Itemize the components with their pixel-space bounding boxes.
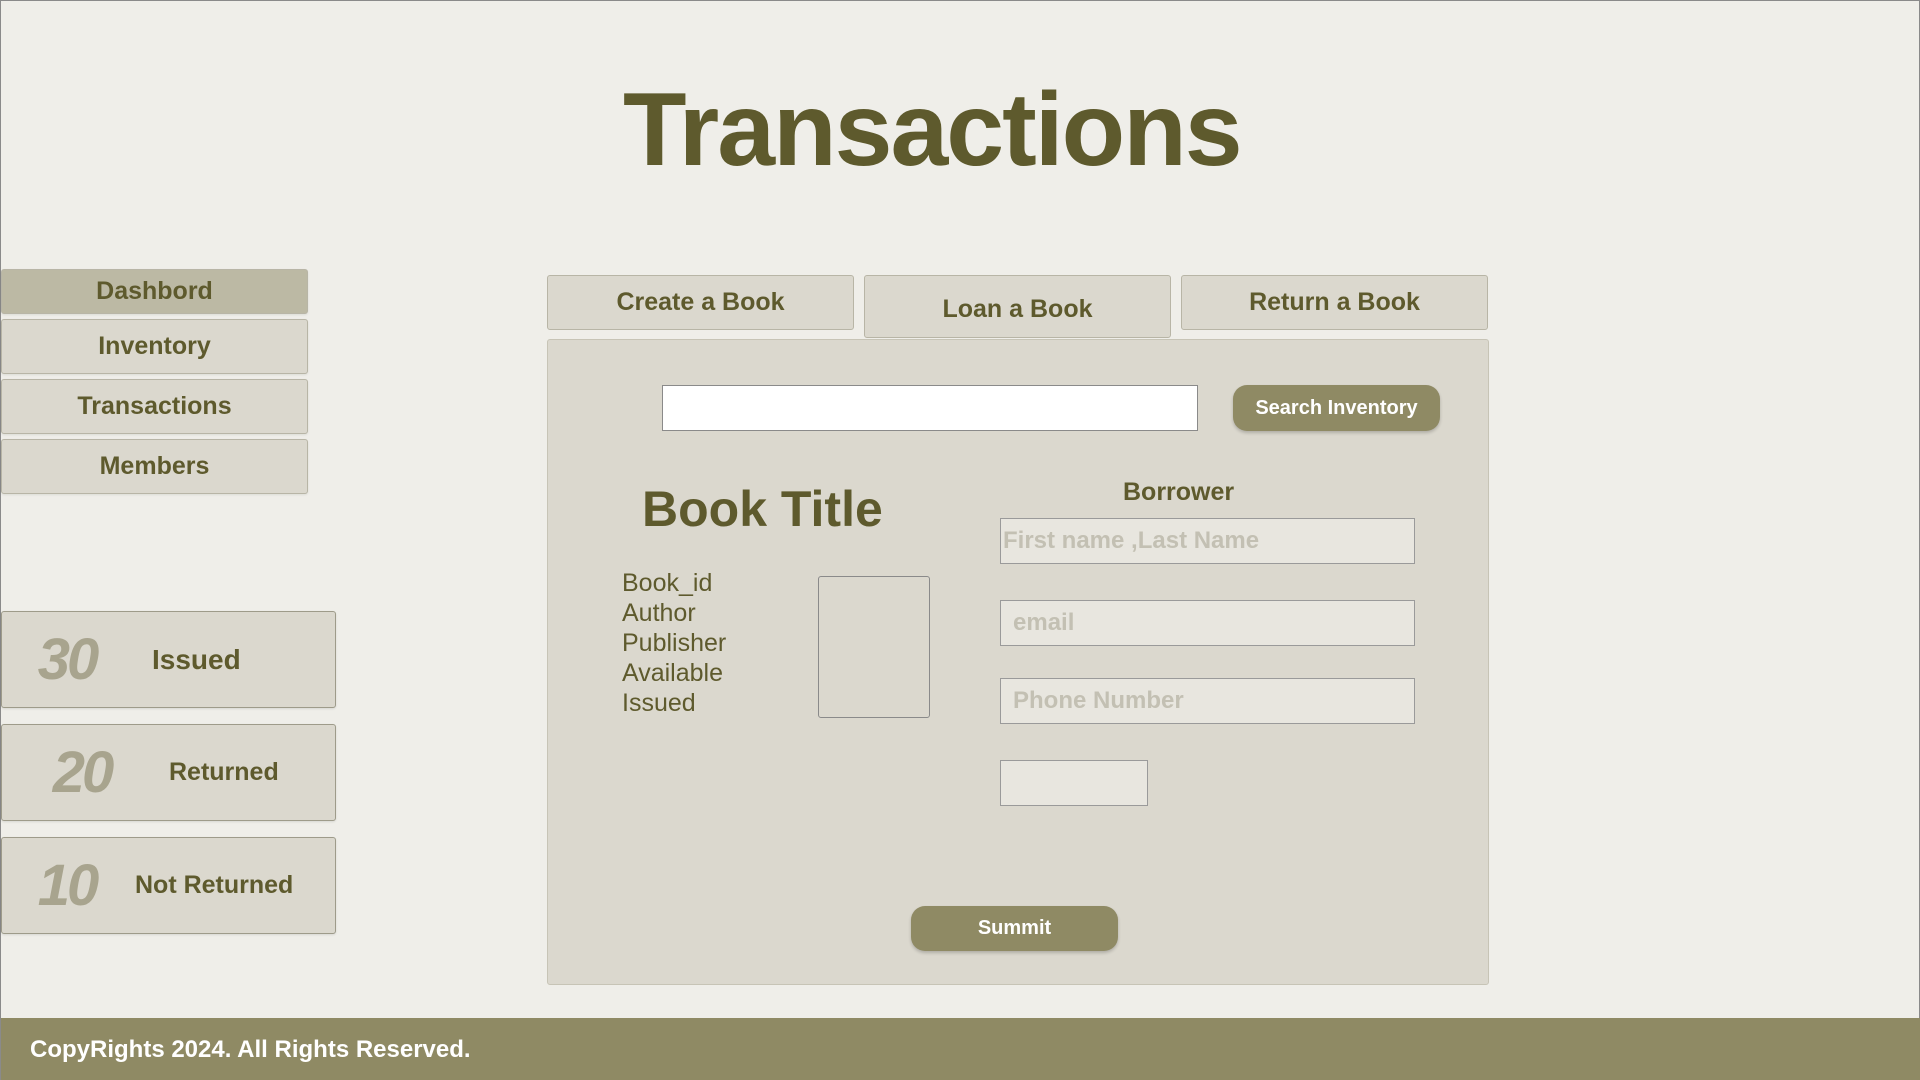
stats-panel: 30 Issued 20 Returned 10 Not Returned <box>1 611 336 950</box>
stat-value: 20 <box>52 740 115 805</box>
borrower-phone-field[interactable] <box>1000 678 1415 724</box>
stat-card-not-returned: 10 Not Returned <box>1 837 336 934</box>
borrower-email-field[interactable] <box>1000 600 1415 646</box>
tab-loan-book[interactable]: Loan a Book <box>864 275 1171 338</box>
borrower-extra-field[interactable] <box>1000 760 1148 806</box>
stat-value: 30 <box>37 627 100 692</box>
footer-text: CopyRights 2024. All Rights Reserved. <box>30 1035 471 1063</box>
stat-card-returned: 20 Returned <box>1 724 336 821</box>
search-input[interactable] <box>662 385 1198 431</box>
page-title: Transactions <box>623 72 1243 188</box>
search-inventory-button[interactable]: Search Inventory <box>1233 385 1440 431</box>
book-field-available: Available <box>622 659 724 687</box>
tab-return-book[interactable]: Return a Book <box>1181 275 1488 330</box>
borrower-heading: Borrower <box>1123 478 1235 506</box>
sidebar-item-members[interactable]: Members <box>1 439 308 494</box>
book-details: Book_id Author Publisher Available Issue… <box>622 568 726 718</box>
tab-create-book[interactable]: Create a Book <box>547 275 854 330</box>
stat-label: Issued <box>152 643 241 675</box>
borrower-name-field[interactable] <box>1000 518 1415 564</box>
book-title: Book Title <box>642 481 883 537</box>
stat-label: Returned <box>169 758 279 786</box>
book-field-issued: Issued <box>622 689 696 717</box>
footer: CopyRights 2024. All Rights Reserved. <box>1 1018 1920 1080</box>
sidebar-item-inventory[interactable]: Inventory <box>1 319 308 374</box>
stat-card-issued: 30 Issued <box>1 611 336 708</box>
book-field-publisher: Publisher <box>622 629 727 657</box>
book-field-id: Book_id <box>622 569 713 597</box>
sidebar-item-transactions[interactable]: Transactions <box>1 379 308 434</box>
book-cover-image <box>818 576 930 718</box>
loan-panel: Search Inventory Book Title Book_id Auth… <box>547 339 1489 985</box>
stat-value: 10 <box>37 853 100 918</box>
sidebar: Dashbord Inventory Transactions Members <box>1 269 308 499</box>
stat-label: Not Returned <box>135 871 294 899</box>
book-field-author: Author <box>622 599 696 627</box>
sidebar-item-dashboard[interactable]: Dashbord <box>1 269 308 314</box>
submit-button[interactable]: Summit <box>911 906 1118 951</box>
